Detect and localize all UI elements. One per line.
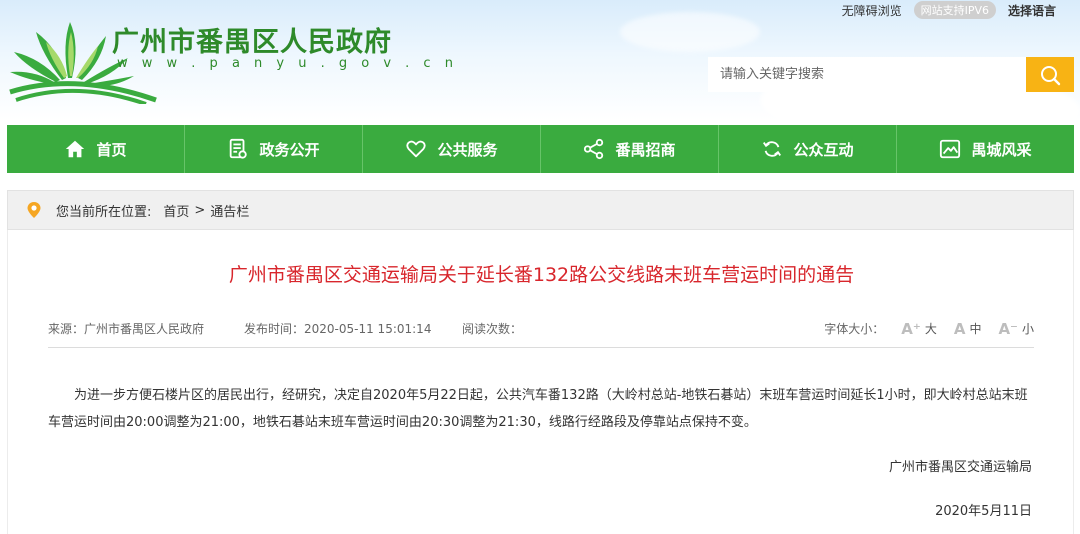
site-header: 无障碍浏览 网站支持IPV6 选择语言 广州市番禺区人民政府 w w w . p…	[0, 0, 1080, 120]
font-decrease-icon: A⁻	[998, 319, 1018, 338]
article-title: 广州市番禺区交通运输局关于延长番132路公交线路末班车营运时间的通告	[228, 264, 855, 286]
font-large-button[interactable]: A⁺ 大	[901, 320, 937, 338]
nav-item-home[interactable]: 首页	[7, 125, 185, 173]
nav-item-label: 禺城风采	[971, 140, 1032, 159]
nav-item-government-affairs[interactable]: 政务公开	[185, 125, 363, 173]
font-large-label: 大	[924, 322, 937, 336]
nav-item-label: 首页	[96, 140, 127, 159]
share-icon	[584, 138, 604, 160]
nav-item-investment[interactable]: 番禺招商	[541, 125, 719, 173]
article-meta: 来源：广州市番禺区人民政府 发布时间：2020-05-11 15:01:14 阅…	[48, 318, 1034, 348]
nav-item-label: 公众互动	[793, 140, 854, 159]
nav-item-label: 政务公开	[259, 140, 320, 159]
location-pin-icon	[27, 202, 41, 218]
search-icon	[1041, 65, 1061, 85]
font-small-button[interactable]: A⁻ 小	[998, 320, 1034, 338]
main-nav: 首页 政务公开 公共服务 番禺招商 公众互动 禺城风采	[7, 125, 1074, 173]
article-publish-time: 发布时间：2020-05-11 15:01:14	[244, 322, 432, 336]
article: 广州市番禺区交通运输局关于延长番132路公交线路末班车营运时间的通告 来源：广州…	[7, 230, 1074, 534]
image-icon	[940, 139, 961, 159]
search-box	[708, 57, 1074, 92]
article-source: 来源：广州市番禺区人民政府	[48, 322, 205, 336]
breadcrumb: 您当前所在位置: 首页 > 通告栏	[7, 190, 1074, 230]
font-medium-button[interactable]: A 中	[954, 320, 982, 338]
nav-item-interaction[interactable]: 公众互动	[719, 125, 897, 173]
font-normal-icon: A	[953, 319, 966, 338]
article-date: 2020年5月11日	[935, 504, 1032, 519]
article-signature: 广州市番禺区交通运输局	[888, 460, 1032, 475]
article-body: 为进一步方便石楼片区的居民出行，经研究，决定自2020年5月22日起，公共汽车番…	[48, 388, 1028, 430]
breadcrumb-current-link[interactable]: 通告栏	[210, 201, 249, 220]
home-icon	[66, 140, 85, 158]
nav-item-public-service[interactable]: 公共服务	[363, 125, 541, 173]
accessibility-link[interactable]: 无障碍浏览	[842, 2, 902, 19]
document-icon	[230, 138, 248, 159]
search-button[interactable]	[1026, 57, 1074, 92]
breadcrumb-home-link[interactable]: 首页	[163, 201, 189, 220]
article-read-count: 阅读次数：	[462, 322, 523, 336]
language-select-link[interactable]: 选择语言	[1008, 2, 1056, 19]
nav-item-label: 公共服务	[437, 140, 498, 159]
refresh-icon	[763, 141, 782, 157]
site-url: w w w . p a n y u . g o v . c n	[117, 56, 458, 71]
nav-item-city-style[interactable]: 禺城风采	[897, 125, 1074, 173]
nav-item-label: 番禺招商	[615, 140, 676, 159]
search-input[interactable]	[708, 57, 1026, 92]
cloud-decoration	[620, 12, 760, 52]
top-links: 无障碍浏览 网站支持IPV6 选择语言	[842, 0, 1056, 20]
site-title[interactable]: 广州市番禺区人民政府	[112, 20, 392, 59]
font-size-label: 字体大小：	[824, 322, 885, 336]
breadcrumb-separator: >	[194, 202, 206, 218]
font-increase-icon: A⁺	[901, 319, 921, 338]
font-small-label: 小	[1021, 322, 1034, 336]
ipv6-badge: 网站支持IPV6	[913, 1, 996, 19]
breadcrumb-label: 您当前所在位置:	[56, 204, 152, 220]
font-size-controls: 字体大小： A⁺ 大 A 中 A⁻ 小	[824, 320, 1034, 338]
font-medium-label: 中	[969, 322, 982, 336]
heart-icon	[406, 140, 427, 158]
